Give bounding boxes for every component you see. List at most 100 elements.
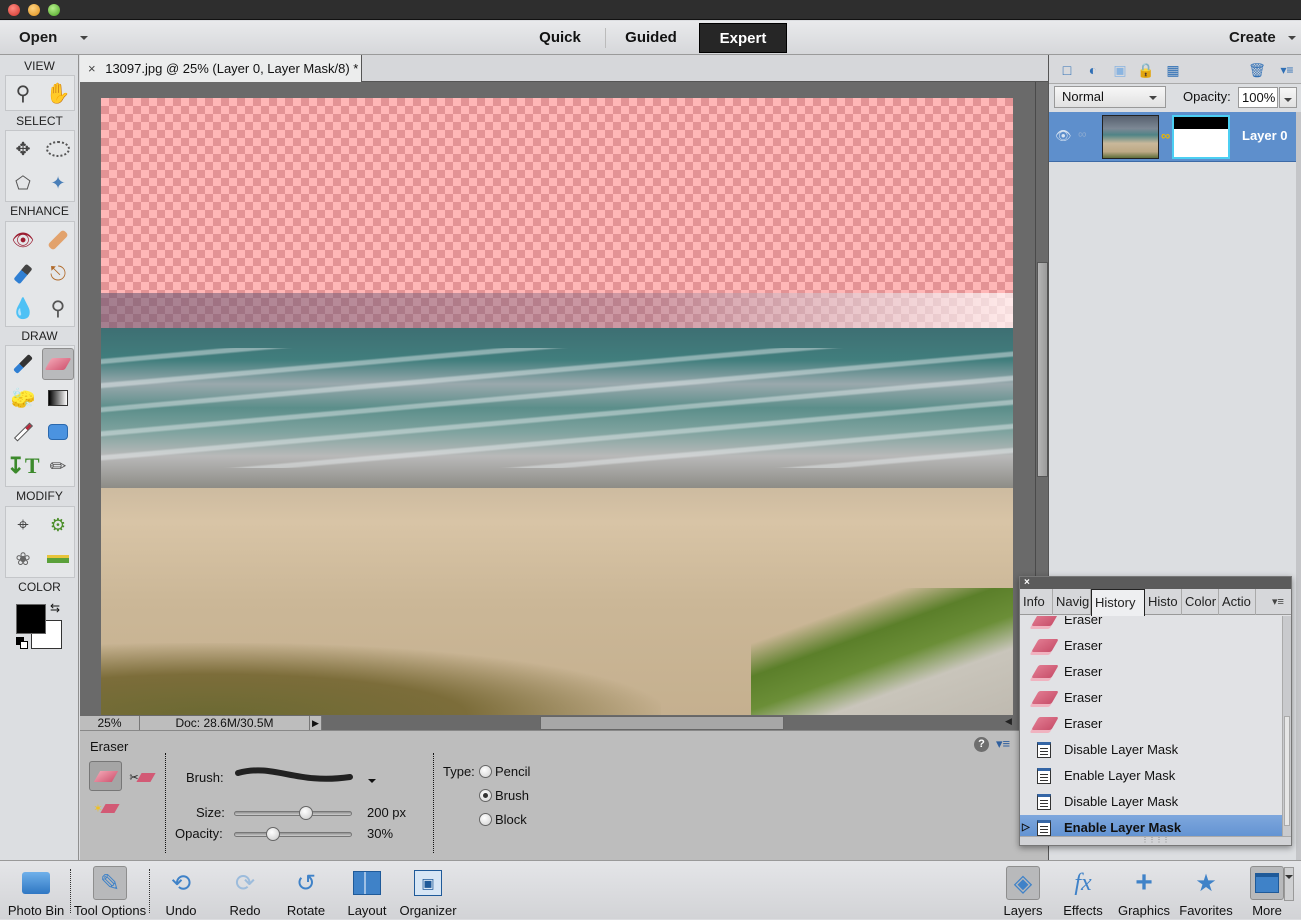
panel-menu-icon[interactable]: ▾≡ xyxy=(996,736,1010,752)
zoom-tool[interactable]: ⚲ xyxy=(7,77,39,109)
background-eraser-button[interactable]: ✂ xyxy=(128,766,156,788)
history-item[interactable]: Disable Layer Mask xyxy=(1020,789,1282,815)
eraser-tool[interactable] xyxy=(42,348,74,380)
paint-bucket-tool[interactable]: 🧽 xyxy=(7,382,39,414)
tab-info[interactable]: Info xyxy=(1020,589,1053,615)
minimize-window-button[interactable] xyxy=(28,4,40,16)
lock-transparency-icon[interactable]: ▦ xyxy=(1164,61,1182,79)
layers-menu-icon[interactable]: ▾≡ xyxy=(1278,61,1296,79)
size-slider-knob[interactable] xyxy=(299,806,314,820)
history-item[interactable]: Eraser xyxy=(1020,616,1282,633)
document-image[interactable] xyxy=(101,98,1013,715)
type-tool[interactable]: ↧T xyxy=(6,450,39,482)
spot-healing-brush-tool[interactable] xyxy=(42,224,74,256)
document-tab[interactable]: × 13097.jpg @ 25% (Layer 0, Layer Mask/8… xyxy=(80,55,362,82)
blur-tool[interactable]: 💧 xyxy=(7,292,39,324)
layers-button[interactable]: ◈ Layers xyxy=(1000,861,1046,920)
history-scrollbar[interactable] xyxy=(1282,616,1291,836)
size-slider[interactable] xyxy=(234,806,352,820)
gradient-tool[interactable] xyxy=(42,382,74,414)
panel-menu-icon[interactable]: ▾≡ xyxy=(1272,595,1284,608)
elliptical-marquee-tool[interactable] xyxy=(42,133,74,165)
history-item[interactable]: Disable Layer Mask xyxy=(1020,737,1282,763)
opacity-slider[interactable] xyxy=(234,827,352,841)
layer-name[interactable]: Layer 0 xyxy=(1242,128,1288,143)
mask-link-icon[interactable]: ∞ xyxy=(1161,128,1170,143)
crop-tool[interactable]: ⌖ xyxy=(7,509,39,541)
brush-tool[interactable] xyxy=(7,348,39,380)
clone-stamp-tool[interactable]: ⎋ xyxy=(42,258,74,290)
history-item[interactable]: Eraser xyxy=(1020,659,1282,685)
more-dropdown[interactable] xyxy=(1284,867,1294,901)
vertical-scroll-thumb[interactable] xyxy=(1037,262,1048,477)
effects-button[interactable]: fx Effects xyxy=(1060,861,1106,920)
link-icon[interactable]: ∞ xyxy=(1078,127,1087,141)
sponge-tool[interactable]: ⚲ xyxy=(42,292,74,324)
type-pencil-radio[interactable] xyxy=(479,765,492,778)
history-item[interactable]: Eraser xyxy=(1020,711,1282,737)
tab-history[interactable]: History xyxy=(1091,589,1145,616)
tab-navigator[interactable]: Navig xyxy=(1053,589,1091,615)
status-menu-arrow-icon[interactable]: ▶ xyxy=(310,716,322,730)
opacity-slider-knob[interactable] xyxy=(266,827,281,841)
content-aware-move-tool[interactable]: ❀ xyxy=(7,543,39,575)
graphics-button[interactable]: + Graphics xyxy=(1116,861,1172,920)
canvas-area[interactable] xyxy=(80,82,1035,716)
add-layer-mask-icon[interactable]: ▣ xyxy=(1111,61,1129,79)
tool-options-button[interactable]: ✎ Tool Options xyxy=(72,861,148,920)
tab-color[interactable]: Color xyxy=(1182,589,1219,615)
lock-all-icon[interactable]: 🔒 xyxy=(1137,61,1155,79)
layout-button[interactable]: Layout xyxy=(344,861,390,920)
scroll-left-arrow-icon[interactable]: ◀ xyxy=(1005,716,1012,727)
swap-colors-icon[interactable]: ⇆ xyxy=(50,601,60,615)
quick-selection-tool[interactable]: ✦ xyxy=(42,167,74,199)
tab-histogram[interactable]: Histo xyxy=(1145,589,1182,615)
adjustment-layer-icon[interactable]: ◐ xyxy=(1084,61,1102,79)
history-scroll-thumb[interactable] xyxy=(1284,716,1290,826)
recompose-tool[interactable]: ⚙ xyxy=(42,509,74,541)
organizer-button[interactable]: ▣ Organizer xyxy=(396,861,460,920)
mode-tab-quick[interactable]: Quick xyxy=(530,23,590,53)
tab-actions[interactable]: Actio xyxy=(1219,589,1256,615)
delete-layer-icon[interactable]: 🗑 xyxy=(1248,61,1266,79)
favorites-button[interactable]: ★ Favorites xyxy=(1176,861,1236,920)
zoom-window-button[interactable] xyxy=(48,4,60,16)
blend-mode-select[interactable]: Normal xyxy=(1054,86,1166,108)
eyedropper-tool[interactable] xyxy=(7,416,39,448)
open-button[interactable]: Open xyxy=(19,21,88,55)
photo-bin-button[interactable]: Photo Bin xyxy=(4,861,68,920)
shape-tool[interactable] xyxy=(42,416,74,448)
type-block-radio[interactable] xyxy=(479,813,492,826)
close-tab-icon[interactable]: × xyxy=(88,61,96,76)
polygonal-lasso-tool[interactable]: ⬠ xyxy=(7,167,39,199)
close-panel-icon[interactable]: × xyxy=(1024,577,1030,588)
close-window-button[interactable] xyxy=(8,4,20,16)
open-dropdown-icon[interactable] xyxy=(79,36,88,41)
undo-button[interactable]: ⟲ Undo xyxy=(158,861,204,920)
straighten-tool[interactable] xyxy=(42,543,74,575)
layer-opacity-input[interactable]: 100% xyxy=(1238,87,1278,108)
horizontal-scroll-thumb[interactable] xyxy=(540,716,784,730)
type-brush-radio[interactable] xyxy=(479,789,492,802)
foreground-color-swatch[interactable] xyxy=(16,604,46,634)
panel-resize-grip[interactable]: ⋮⋮⋮⋮ xyxy=(1020,836,1291,845)
new-layer-icon[interactable]: □ xyxy=(1058,61,1076,79)
brush-preset-picker[interactable] xyxy=(235,765,355,787)
history-item[interactable]: Eraser xyxy=(1020,633,1282,659)
mode-tab-expert[interactable]: Expert xyxy=(699,23,787,53)
red-eye-tool[interactable]: 👁 xyxy=(7,224,39,256)
layer-row[interactable]: 👁 ∞ ∞ Layer 0 xyxy=(1049,112,1296,162)
brush-dropdown-icon[interactable] xyxy=(368,772,376,790)
layer-mask-thumbnail[interactable] xyxy=(1172,115,1230,159)
hand-tool[interactable]: ✋ xyxy=(42,77,74,109)
eraser-variant-button[interactable] xyxy=(89,761,122,791)
create-button[interactable]: Create xyxy=(1229,21,1296,55)
create-dropdown-icon[interactable] xyxy=(1287,36,1296,41)
mode-tab-guided[interactable]: Guided xyxy=(614,23,688,53)
history-item[interactable]: Eraser xyxy=(1020,685,1282,711)
smart-brush-tool[interactable] xyxy=(7,258,39,290)
magic-eraser-button[interactable]: ✶ xyxy=(92,797,120,819)
layer-thumbnail[interactable] xyxy=(1102,115,1159,159)
redo-button[interactable]: ⟳ Redo xyxy=(222,861,268,920)
history-item-selected[interactable]: ▷ Enable Layer Mask xyxy=(1020,815,1282,836)
